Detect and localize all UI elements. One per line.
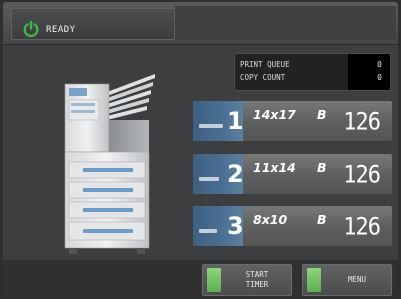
status-text: READY: [46, 25, 76, 35]
tray-paper-size: 14x17: [253, 107, 296, 122]
top-bar: READY: [3, 2, 398, 44]
print-queue-label: PRINT QUEUE: [240, 60, 290, 69]
tray-paper-size: 8x10: [253, 212, 288, 227]
copy-count-label: COPY COUNT: [240, 73, 286, 82]
tray-number: 2: [227, 160, 244, 188]
tray-sheet-count: 126: [343, 108, 381, 137]
tray-level-bar: [199, 229, 217, 233]
divider: [3, 44, 398, 45]
tray-sheet-count: 126: [343, 161, 381, 190]
tray-button-2[interactable]: 2 11x14 B 126: [193, 154, 392, 194]
queue-panel: PRINT QUEUE COPY COUNT 0 0: [234, 53, 391, 91]
tray-film-type: B: [317, 212, 327, 227]
tray-sheet-count: 126: [343, 213, 381, 242]
status-indicator: READY: [11, 8, 175, 40]
tray-number: 3: [227, 212, 244, 240]
printer-control-screen: READY PRINT QUEUE COPY COUNT 0 0 1 14x17…: [3, 2, 398, 297]
printer-illustration: [64, 74, 155, 254]
tray-film-type: B: [317, 107, 327, 122]
top-bar-panel: [175, 6, 396, 40]
tray-paper-size: 11x14: [253, 160, 296, 175]
tray-level-bar: [199, 177, 219, 181]
button-indicator-led: [307, 268, 321, 292]
tray-film-type: B: [317, 160, 327, 175]
tray-button-3[interactable]: 3 8x10 B 126: [193, 206, 392, 246]
tray-level-bar: [199, 124, 223, 128]
tray-number: 1: [227, 107, 244, 135]
power-icon: [23, 20, 39, 38]
copy-count-value: 0: [377, 73, 382, 82]
queue-values: 0 0: [348, 54, 390, 90]
start-timer-label: START TIMER: [245, 270, 269, 289]
menu-button[interactable]: MENU: [302, 264, 392, 296]
menu-label: MENU: [347, 275, 367, 284]
print-queue-value: 0: [377, 60, 382, 69]
start-timer-button[interactable]: START TIMER: [202, 264, 292, 296]
tray-button-1[interactable]: 1 14x17 B 126: [193, 101, 392, 141]
queue-labels: PRINT QUEUE COPY COUNT: [240, 58, 290, 84]
button-indicator-led: [207, 268, 221, 292]
